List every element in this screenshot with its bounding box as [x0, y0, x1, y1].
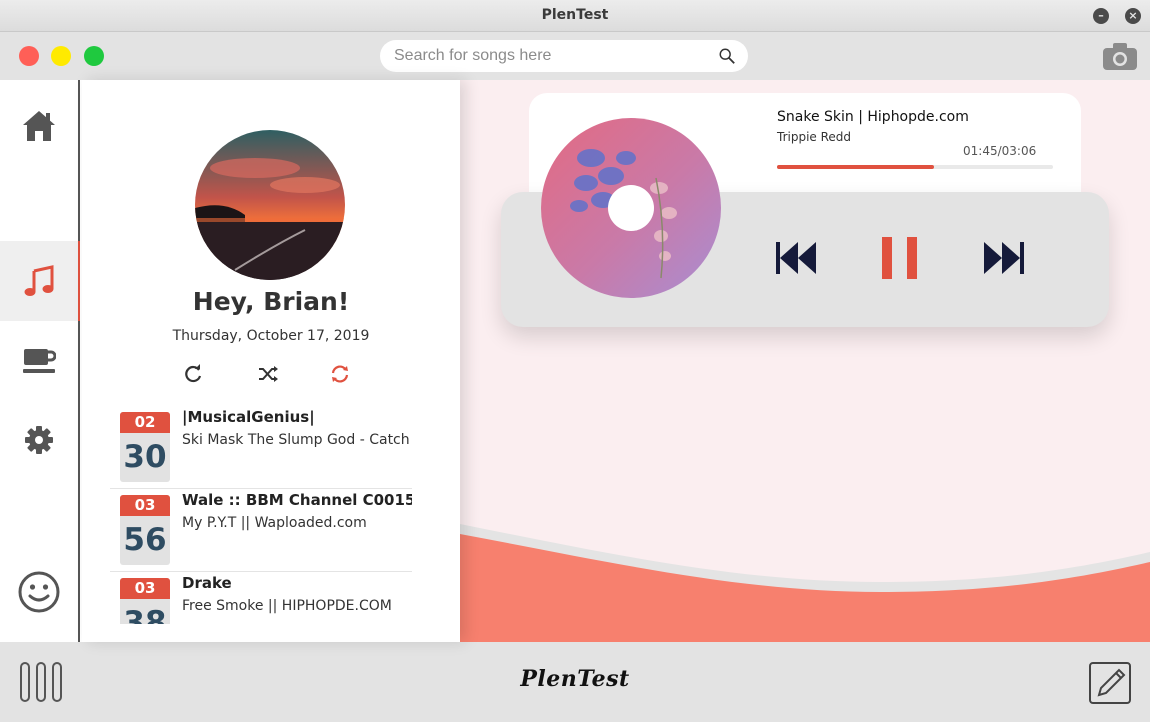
sync-icon[interactable]: [329, 363, 351, 385]
player-area: Snake Skin | Hiphopde.com Trippie Redd 0…: [460, 80, 1150, 642]
minimize-traffic-light[interactable]: [51, 46, 71, 66]
date-badge: 03 38: [120, 578, 170, 624]
list-item[interactable]: 03 56 Wale :: BBM Channel C00151E4 My P.…: [110, 489, 412, 572]
brand-label: PlenTest: [520, 666, 630, 692]
avatar: [195, 130, 345, 280]
album-art-disc: [541, 118, 721, 298]
now-playing-time: 01:45/03:06: [963, 144, 1037, 158]
song-title: |MusicalGenius|: [182, 408, 315, 426]
wave-decoration: [460, 524, 1150, 642]
sunset-photo: [195, 130, 345, 280]
song-artist: Free Smoke || HIPHOPDE.COM: [182, 598, 392, 614]
date-badge-month: 03: [120, 495, 170, 516]
now-playing-artist: Trippie Redd: [777, 130, 852, 144]
left-navigation: [0, 80, 80, 642]
date-badge-day: 38: [123, 605, 167, 624]
song-artist: My P.Y.T || Waploaded.com: [182, 515, 367, 531]
nav-item-coffee[interactable]: [0, 320, 78, 400]
minimize-button[interactable]: –: [1093, 8, 1109, 24]
greeting: Hey, Brian!: [192, 287, 350, 316]
song-title: Drake: [182, 574, 232, 592]
list-item[interactable]: 02 30 |MusicalGenius| Ski Mask The Slump…: [110, 406, 412, 489]
search-input[interactable]: [394, 40, 704, 72]
coffee-cup-icon: [23, 349, 56, 373]
song-list: 02 30 |MusicalGenius| Ski Mask The Slump…: [110, 406, 412, 624]
song-title: Wale :: BBM Channel C00151E4: [182, 491, 412, 509]
nav-item-settings[interactable]: [0, 400, 78, 480]
camera-icon[interactable]: [1102, 41, 1138, 71]
close-traffic-light[interactable]: [19, 46, 39, 66]
nav-item-home[interactable]: [0, 86, 78, 166]
now-playing-title: Snake Skin | Hiphopde.com: [777, 109, 969, 125]
home-icon: [23, 111, 55, 141]
date-badge-day: 56: [123, 522, 167, 558]
nav-item-profile[interactable]: [0, 552, 78, 632]
date-badge: 03 56: [120, 495, 170, 565]
toolbar: [0, 32, 1150, 80]
window-title: PlenTest: [541, 7, 609, 23]
nav-item-music[interactable]: [0, 241, 80, 321]
gear-icon: [25, 426, 53, 454]
pause-icon[interactable]: [876, 234, 924, 282]
date-badge-month: 03: [120, 578, 170, 599]
search-box: [380, 40, 748, 72]
list-item[interactable]: 03 38 Drake Free Smoke || HIPHOPDE.COM: [110, 572, 412, 624]
music-note-icon: [24, 265, 54, 296]
next-icon[interactable]: [980, 234, 1028, 282]
repeat-icon[interactable]: [182, 363, 204, 385]
progress-fill: [777, 165, 935, 169]
close-button[interactable]: ×: [1125, 8, 1141, 24]
previous-icon[interactable]: [772, 234, 820, 282]
title-bar: PlenTest – ×: [0, 0, 1150, 32]
date-badge-month: 02: [120, 412, 170, 433]
search-icon[interactable]: [718, 47, 736, 65]
song-artist: Ski Mask The Slump God - Catch Me Outsid…: [182, 432, 412, 448]
shuffle-icon[interactable]: [257, 363, 279, 385]
date-badge: 02 30: [120, 412, 170, 482]
date-badge-day: 30: [123, 439, 167, 475]
edit-pencil-icon[interactable]: [1089, 662, 1131, 704]
profile-panel: Hey, Brian! Thursday, October 17, 2019 0…: [82, 80, 460, 642]
maximize-traffic-light[interactable]: [84, 46, 104, 66]
progress-bar[interactable]: [777, 165, 1053, 169]
smiley-icon: [18, 571, 60, 613]
current-date: Thursday, October 17, 2019: [172, 328, 370, 344]
bottom-bar: PlenTest: [0, 642, 1150, 722]
